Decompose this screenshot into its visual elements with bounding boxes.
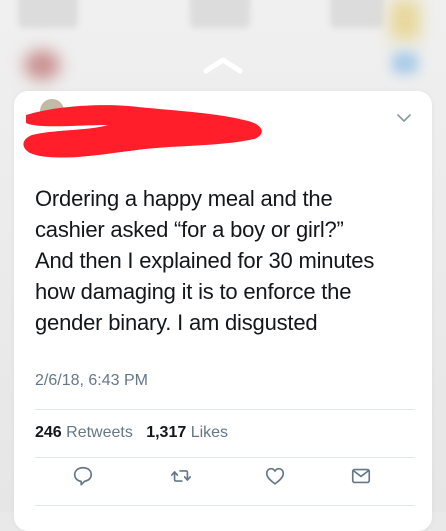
tweet-actions	[14, 465, 432, 495]
tweet-card: Ordering a happy meal and the cashier as…	[14, 91, 432, 531]
divider	[35, 505, 415, 506]
background-tile	[330, 0, 384, 28]
reply-icon[interactable]	[72, 465, 100, 493]
background-tile	[18, 0, 78, 28]
retweets-label[interactable]: Retweets	[66, 424, 133, 441]
tweet-text: Ordering a happy meal and the cashier as…	[35, 186, 375, 335]
tweet-stats: 246 Retweets 1,317 Likes	[35, 424, 228, 442]
likes-count[interactable]: 1,317	[146, 424, 186, 441]
background-blur-shape	[390, 0, 420, 40]
tweet-timestamp[interactable]: 2/6/18, 6:43 PM	[35, 372, 148, 390]
background-blur-shape	[392, 52, 418, 74]
retweets-count[interactable]: 246	[35, 424, 62, 441]
chevron-up-icon[interactable]	[200, 54, 246, 78]
background-tile	[190, 0, 250, 28]
heart-icon[interactable]	[264, 465, 292, 493]
likes-label[interactable]: Likes	[191, 424, 228, 441]
mail-icon[interactable]	[350, 465, 378, 493]
background-blur-shape	[24, 50, 60, 80]
divider	[35, 409, 415, 410]
divider	[35, 457, 415, 458]
retweet-icon[interactable]	[170, 465, 198, 493]
redacted-author	[18, 95, 268, 167]
chevron-down-icon[interactable]	[396, 111, 412, 123]
